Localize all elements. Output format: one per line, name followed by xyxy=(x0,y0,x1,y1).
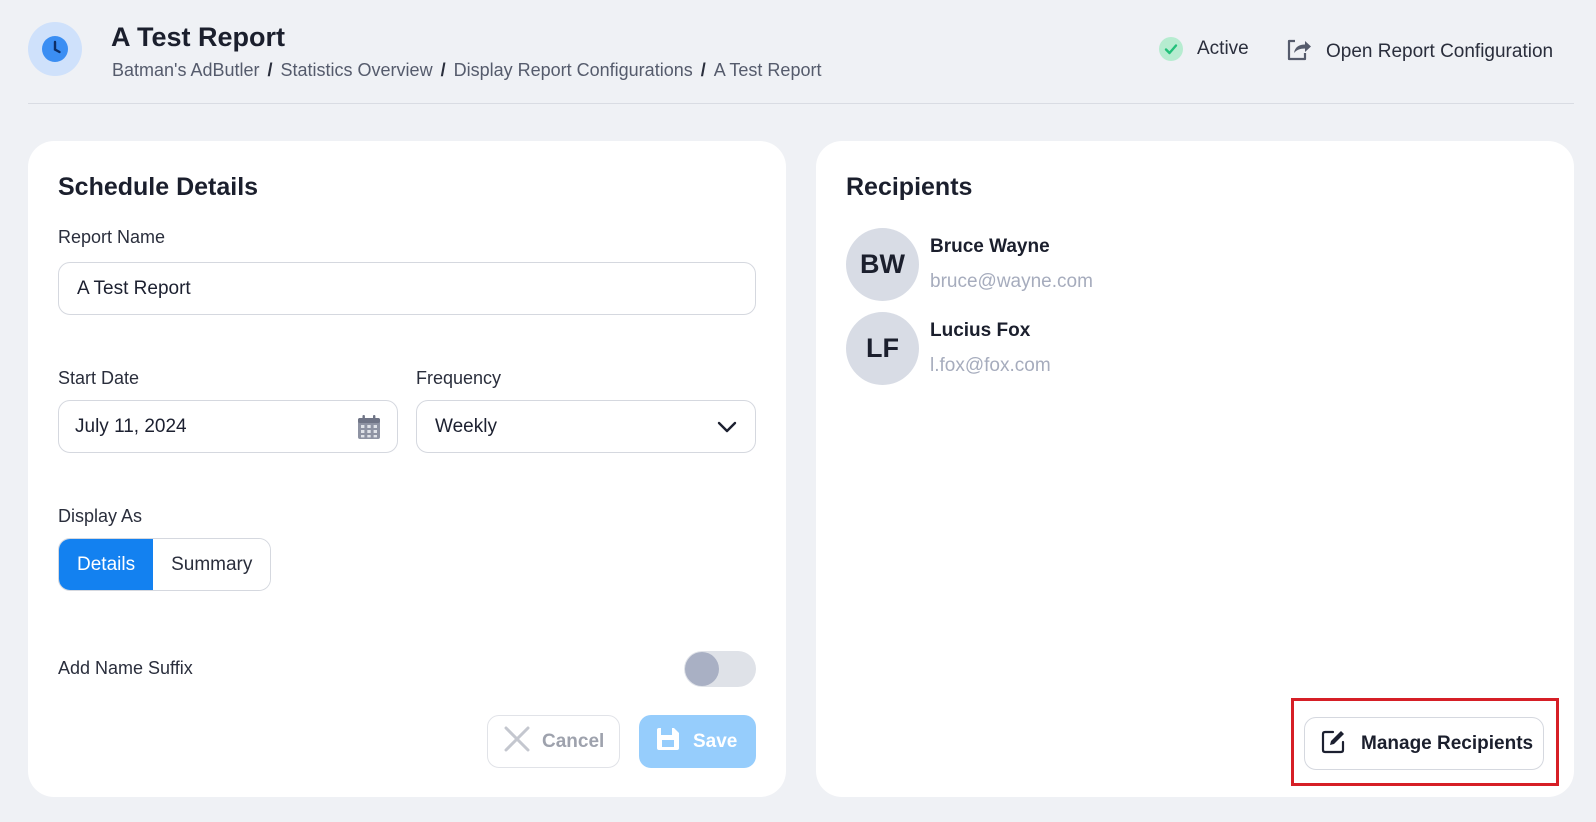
recipients-title: Recipients xyxy=(846,173,973,201)
manage-recipients-label: Manage Recipients xyxy=(1361,732,1534,754)
start-date-value: July 11, 2024 xyxy=(75,415,187,437)
recipient-name: Bruce Wayne xyxy=(930,236,1050,257)
breadcrumb-separator: / xyxy=(700,60,706,80)
manage-recipients-button[interactable]: Manage Recipients xyxy=(1304,717,1544,770)
display-as-label: Display As xyxy=(58,506,143,526)
breadcrumb-item-statistics[interactable]: Statistics Overview xyxy=(281,60,433,80)
avatar: BW xyxy=(846,228,919,301)
page-header: A Test Report Batman's AdButler / Statisti… xyxy=(28,0,1574,104)
cancel-button[interactable]: Cancel xyxy=(487,715,620,768)
report-name-input[interactable]: A Test Report xyxy=(58,262,756,315)
breadcrumb-item-current: A Test Report xyxy=(713,60,822,80)
report-name-label: Report Name xyxy=(58,227,166,247)
report-name-value: A Test Report xyxy=(77,277,191,299)
save-label: Save xyxy=(693,730,738,752)
avatar: LF xyxy=(846,312,919,385)
recipient-item: BW Bruce Wayne bruce@wayne.com xyxy=(846,228,1246,302)
status-label: Active xyxy=(1197,38,1249,59)
share-icon xyxy=(1286,37,1312,67)
start-date-label: Start Date xyxy=(58,368,140,388)
breadcrumb-separator: / xyxy=(267,60,273,80)
floppy-disk-icon xyxy=(655,726,681,758)
recipient-email: l.fox@fox.com xyxy=(930,355,1051,376)
display-as-summary-button[interactable]: Summary xyxy=(153,539,271,590)
recipient-item: LF Lucius Fox l.fox@fox.com xyxy=(846,312,1246,386)
name-suffix-label: Add Name Suffix xyxy=(58,658,193,678)
clock-icon xyxy=(28,22,82,76)
open-config-label: Open Report Configuration xyxy=(1326,41,1554,62)
frequency-select[interactable]: Weekly xyxy=(416,400,756,453)
chevron-down-icon xyxy=(717,421,737,433)
calendar-icon[interactable] xyxy=(357,414,381,440)
frequency-label: Frequency xyxy=(416,368,502,388)
page-title: A Test Report xyxy=(111,22,286,52)
breadcrumb-item-configurations[interactable]: Display Report Configurations xyxy=(454,60,693,80)
breadcrumb-item-account[interactable]: Batman's AdButler xyxy=(112,60,260,80)
display-as-toggle: Details Summary xyxy=(58,538,272,591)
status-badge: Active xyxy=(1159,37,1249,61)
breadcrumb: Batman's AdButler / Statistics Overview / Di… xyxy=(112,60,821,81)
recipient-email: bruce@wayne.com xyxy=(930,271,1093,292)
toggle-knob xyxy=(685,652,719,686)
name-suffix-toggle[interactable] xyxy=(684,651,756,687)
close-icon xyxy=(504,726,530,758)
breadcrumb-separator: / xyxy=(440,60,446,80)
frequency-value: Weekly xyxy=(435,415,497,437)
cancel-label: Cancel xyxy=(542,730,605,752)
recipient-name: Lucius Fox xyxy=(930,320,1031,341)
schedule-details-card: Schedule Details Report Name A Test Repo… xyxy=(28,141,786,797)
check-icon xyxy=(1159,37,1183,61)
start-date-input[interactable]: July 11, 2024 xyxy=(58,400,398,453)
display-as-details-button[interactable]: Details xyxy=(59,539,154,590)
open-config-button[interactable]: Open Report Configuration xyxy=(1286,37,1553,67)
edit-icon xyxy=(1321,728,1347,760)
schedule-details-title: Schedule Details xyxy=(58,173,259,201)
save-button[interactable]: Save xyxy=(639,715,756,768)
